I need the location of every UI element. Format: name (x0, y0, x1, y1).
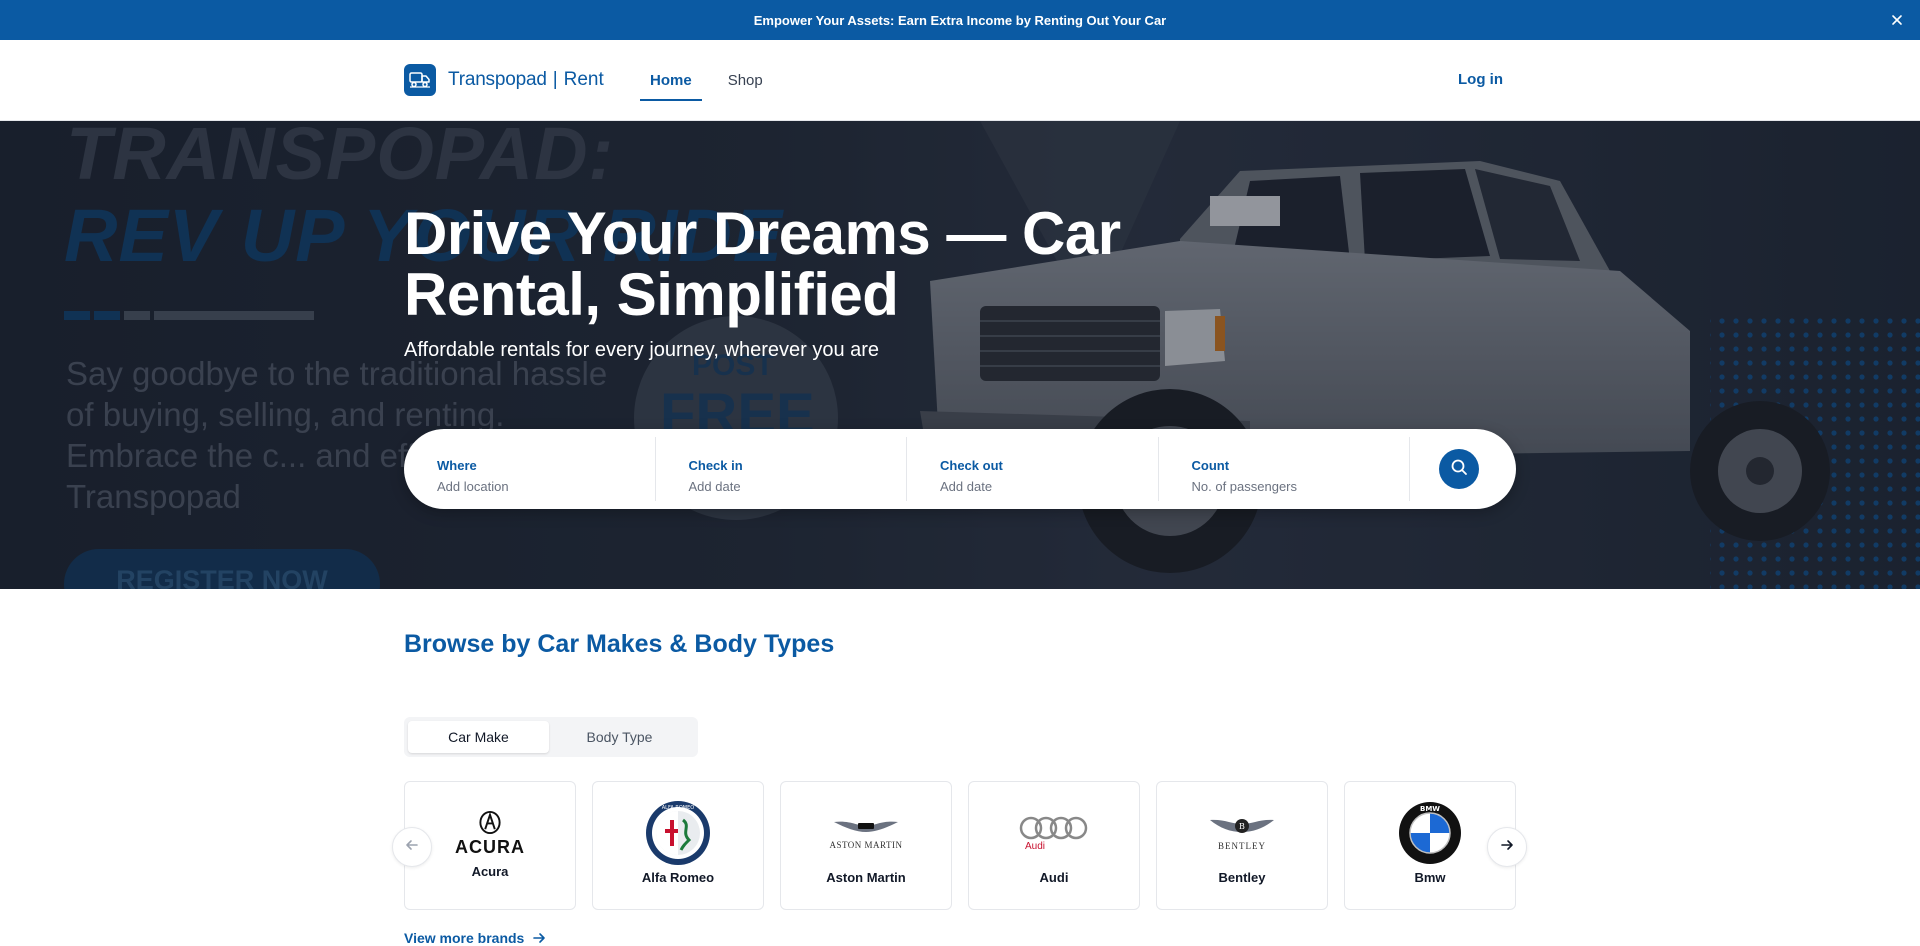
hero-overlay (0, 121, 1920, 589)
where-label: Where (437, 458, 477, 473)
make-name: Aston Martin (826, 870, 906, 885)
brand-logo[interactable]: Transpopad | Rent (404, 64, 604, 96)
hero-title: Drive Your Dreams — Car Rental, Simplifi… (404, 200, 1121, 328)
arrow-left-icon (405, 838, 419, 857)
count-label: Count (1191, 458, 1230, 473)
count-field[interactable]: Count No. of passengers (1159, 437, 1410, 501)
alfa-romeo-logo-text: ALFA ROMEO (662, 805, 695, 811)
check-out-placeholder: Add date (940, 479, 993, 494)
browse-toggle: Car Make Body Type (404, 717, 698, 757)
brand-sub: Rent (563, 69, 604, 90)
make-card-aston-martin[interactable]: ASTON MARTIN Aston Martin (780, 781, 952, 910)
check-out-label: Check out (940, 458, 1003, 473)
car-make-carousel: ACURA Acura ALFA ROMEO Alfa Romeo ASTON … (404, 781, 1516, 910)
carousel-prev-button[interactable] (392, 827, 432, 867)
arrow-right-icon (1500, 838, 1514, 857)
make-card-audi[interactable]: Audi Audi (968, 781, 1140, 910)
browse-title: Browse by Car Makes & Body Types (404, 630, 835, 658)
site-header: Transpopad | Rent Home Shop Log in (0, 40, 1920, 121)
make-name: Bmw (1414, 870, 1446, 885)
search-button[interactable] (1439, 449, 1479, 489)
count-placeholder: No. of passengers (1191, 479, 1298, 494)
bmw-logo-text: BMW (1420, 805, 1440, 813)
hero-section: TRANSPOPAD: REV UP YOUR RIDE Say goodbye… (0, 121, 1920, 589)
aston-martin-logo-text: ASTON MARTIN (829, 840, 903, 850)
truck-icon (404, 64, 436, 96)
brand-name: Transpopad (448, 69, 547, 90)
bmw-logo: BMW (1345, 796, 1515, 870)
main-nav: Home Shop (640, 64, 789, 101)
bentley-logo-text: BENTLEY (1218, 841, 1266, 851)
close-icon[interactable] (1888, 11, 1906, 29)
carousel-next-button[interactable] (1487, 827, 1527, 867)
alfa-romeo-logo: ALFA ROMEO (593, 796, 763, 870)
make-name: Acura (471, 864, 509, 879)
bentley-logo: B BENTLEY (1157, 796, 1327, 870)
login-link[interactable]: Log in (1458, 71, 1503, 88)
svg-text:B: B (1239, 822, 1245, 831)
aston-martin-logo: ASTON MARTIN (781, 796, 951, 870)
brand-separator: | (552, 69, 558, 90)
make-name: Alfa Romeo (641, 870, 715, 885)
audi-logo-text: Audi (1025, 840, 1046, 852)
hero-subtitle: Affordable rentals for every journey, wh… (404, 339, 880, 361)
make-card-alfa-romeo[interactable]: ALFA ROMEO Alfa Romeo (592, 781, 764, 910)
check-out-field[interactable]: Check out Add date (907, 437, 1159, 501)
make-name: Audi (1039, 870, 1069, 885)
make-card-bentley[interactable]: B BENTLEY Bentley (1156, 781, 1328, 910)
audi-logo: Audi (969, 796, 1139, 870)
check-in-label: Check in (688, 458, 743, 473)
acura-logo-text: ACURA (455, 837, 525, 857)
arrow-right-icon (532, 931, 546, 945)
check-in-placeholder: Add date (688, 479, 741, 494)
search-bar: Where Add location Check in Add date Che… (404, 429, 1516, 509)
nav-item-shop[interactable]: Shop (718, 64, 773, 101)
where-placeholder: Add location (437, 479, 509, 494)
tab-car-make[interactable]: Car Make (408, 721, 549, 753)
make-name: Bentley (1218, 870, 1266, 885)
announcement-bar: Empower Your Assets: Earn Extra Income b… (0, 0, 1920, 40)
where-field[interactable]: Where Add location (404, 437, 656, 501)
nav-item-home[interactable]: Home (640, 64, 702, 101)
tab-body-type[interactable]: Body Type (549, 721, 690, 753)
search-icon (1450, 458, 1468, 481)
announcement-text: Empower Your Assets: Earn Extra Income b… (753, 12, 1167, 28)
check-in-field[interactable]: Check in Add date (656, 437, 907, 501)
